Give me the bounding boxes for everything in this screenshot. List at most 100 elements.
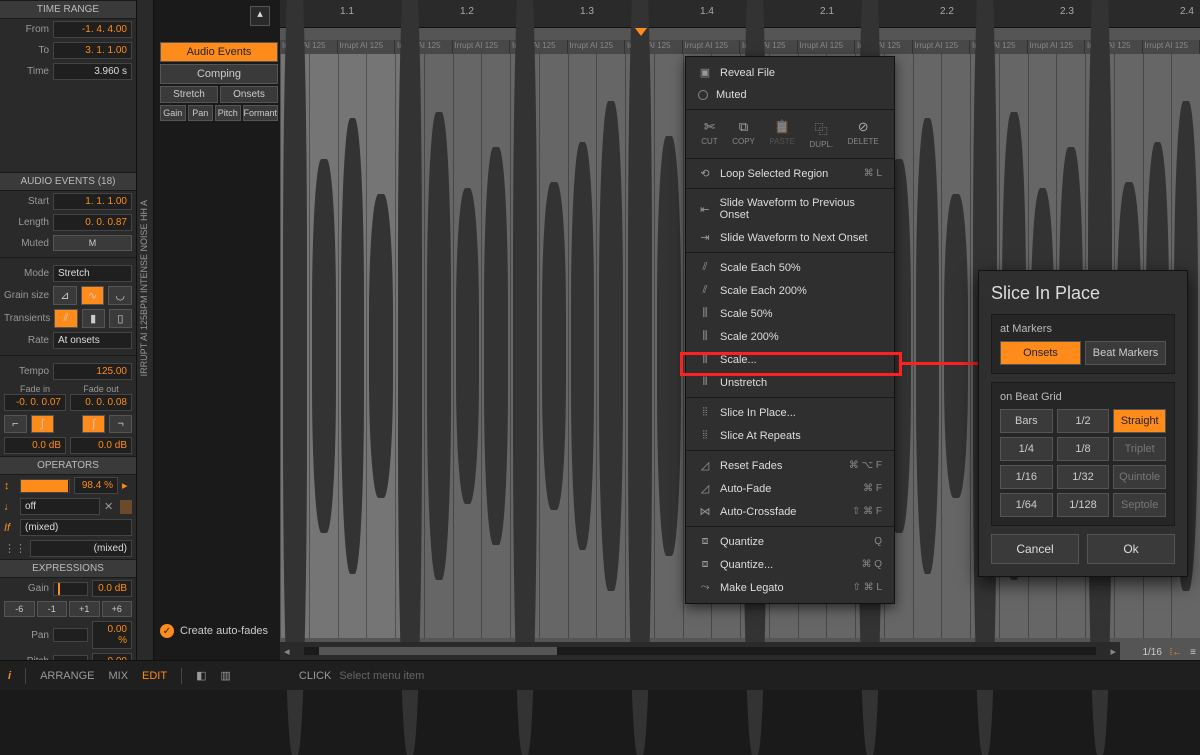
fade-db-right[interactable]: 0.0 dB [70,437,132,454]
ctx-copy[interactable]: ⧉COPY [732,119,755,149]
tab-pitch[interactable]: Pitch [215,105,241,121]
grain-opt-3[interactable]: ◡ [108,286,132,305]
clip-segment-label[interactable]: Irrupt AI 125 [798,40,856,54]
tab-gain[interactable]: Gain [160,105,186,121]
waveform-slice[interactable] [309,54,338,638]
waveform-slice[interactable] [596,54,625,638]
length-value[interactable]: 0. 0. 0.87 [53,214,132,231]
view-arrange[interactable]: ARRANGE [40,670,94,682]
tab-pan[interactable]: Pan [188,105,214,121]
panel-toggle-1[interactable]: ◧ [196,669,206,682]
x-icon[interactable]: ✕ [104,500,116,513]
grain-opt-2[interactable]: ∿ [81,286,105,305]
waveform-slice[interactable] [366,54,395,638]
op-pct-value[interactable]: 98.4 % [74,477,118,494]
gain-slider[interactable] [53,582,88,596]
play-icon[interactable]: ▸ [122,479,132,492]
scrollbar-thumb[interactable] [319,647,557,655]
waveform-slice[interactable] [654,54,683,638]
ctx-slice-at-repeats[interactable]: ⦙⦙Slice At Repeats [686,424,894,447]
fade-db-left[interactable]: 0.0 dB [4,437,66,454]
ctx-auto-fade[interactable]: ◿Auto-Fade⌘ F [686,477,894,500]
fade-curve-in-2[interactable]: ∫ [31,415,54,433]
fade-out-value[interactable]: 0. 0. 0.08 [70,394,132,411]
from-value[interactable]: -1. 4. 4.00 [53,21,132,38]
muted-button[interactable]: M [53,235,132,251]
grid-septole[interactable]: Septole [1113,493,1166,517]
tab-formant[interactable]: Formant [243,105,279,121]
ctx-scale-each-50[interactable]: ⫽Scale Each 50% [686,256,894,279]
grid-1-64[interactable]: 1/64 [1000,493,1053,517]
grain-opt-1[interactable]: ⊿ [53,286,77,305]
waveform-slice[interactable] [539,54,568,638]
grid-1-2[interactable]: 1/2 [1057,409,1110,433]
pan-value[interactable]: 0.00 % [92,621,132,649]
waveform-slice[interactable] [424,54,453,638]
op-mixed-2[interactable]: (mixed) [30,540,132,557]
trans-opt-3[interactable]: ▯ [109,309,132,328]
gain-step-m6[interactable]: -6 [4,601,35,617]
clip-segment-label[interactable]: Irrupt AI 125 [683,40,741,54]
scroll-left-icon[interactable]: ◂ [280,645,294,658]
gain-step-p6[interactable]: +6 [102,601,133,617]
clip-segment-label[interactable]: Irrupt AI 125 [338,40,396,54]
scroll-right-icon[interactable]: ▸ [1106,645,1120,658]
fade-curve-out-1[interactable]: ∫ [82,415,105,433]
to-value[interactable]: 3. 1. 1.00 [53,42,132,59]
ctx-auto-crossfade[interactable]: ⋈Auto-Crossfade⇧ ⌘ F [686,500,894,523]
mode-select[interactable]: Stretch [53,265,132,282]
grid-1-4[interactable]: 1/4 [1000,437,1053,461]
playhead-icon[interactable] [635,28,647,36]
waveform-slice[interactable] [625,54,654,638]
zoom-value[interactable]: 1/16 [1142,647,1161,658]
tab-stretch[interactable]: Stretch [160,86,218,103]
clip-segment-label[interactable]: Irrupt AI 125 [568,40,626,54]
cancel-button[interactable]: Cancel [991,534,1079,564]
snap-icon[interactable]: ⦙← [1170,647,1182,658]
ctx-reveal-file[interactable]: ▣Reveal File [686,61,894,84]
gain-step-m1[interactable]: -1 [37,601,68,617]
ctx-delete[interactable]: ⊘DELETE [848,119,879,149]
ctx-scale-each-200[interactable]: ⫽Scale Each 200% [686,279,894,302]
waveform-slice[interactable] [453,54,482,638]
view-mix[interactable]: MIX [108,670,128,682]
rate-select[interactable]: At onsets [53,332,132,349]
grid-bars[interactable]: Bars [1000,409,1053,433]
seg-beat-markers[interactable]: Beat Markers [1085,341,1166,365]
ctx-paste[interactable]: 📋PASTE [769,119,795,149]
gain-step-p1[interactable]: +1 [69,601,100,617]
ctx-quantize-dlg[interactable]: ⧈Quantize...⌘ Q [686,553,894,576]
ctx-scale-200[interactable]: ⫼Scale 200% [686,325,894,348]
waveform-slice[interactable] [395,54,424,638]
ctx-make-legato[interactable]: ⤳Make Legato⇧ ⌘ L [686,576,894,599]
grid-1-16[interactable]: 1/16 [1000,465,1053,489]
waveform-slice[interactable] [481,54,510,638]
ctx-slide-prev[interactable]: ⇤Slide Waveform to Previous Onset [686,192,894,226]
panel-toggle-2[interactable]: ▥ [221,669,231,682]
view-edit[interactable]: EDIT [142,670,167,682]
grid-quintole[interactable]: Quintole [1113,465,1166,489]
horizontal-scrollbar[interactable]: ◂ ▸ [280,642,1120,660]
time-value[interactable]: 3.960 s [53,63,132,80]
clip-segment-label[interactable]: Irrupt AI 125 [913,40,971,54]
pitch-value[interactable]: 0.00 [92,653,132,660]
auto-fades-toggle[interactable]: ✓ Create auto-fades [160,624,268,638]
ctx-slice-in-place[interactable]: ⦙⦙Slice In Place... [686,401,894,424]
clip-segment-label[interactable]: Irrupt AI 125 [1143,40,1200,54]
waveform-slice[interactable] [510,54,539,638]
clip-segment-label[interactable]: Irrupt AI 125 [453,40,511,54]
zoom-menu-icon[interactable]: ≡ [1190,647,1196,658]
ctx-scale[interactable]: ⫼Scale... [686,348,894,371]
op-pct-slider[interactable] [20,479,70,493]
op-off[interactable]: off [20,498,100,515]
color-swatch[interactable] [120,500,132,514]
tempo-value[interactable]: 125.00 [53,363,132,380]
grid-1-8[interactable]: 1/8 [1057,437,1110,461]
fade-in-value[interactable]: -0. 0. 0.07 [4,394,66,411]
grid-1-32[interactable]: 1/32 [1057,465,1110,489]
tab-comping[interactable]: Comping [160,64,278,84]
ctx-scale-50[interactable]: ⫼Scale 50% [686,302,894,325]
ctx-dupl[interactable]: ⿻DUPL. [810,119,834,149]
waveform-slice[interactable] [280,54,309,638]
info-icon[interactable]: i [8,670,11,682]
